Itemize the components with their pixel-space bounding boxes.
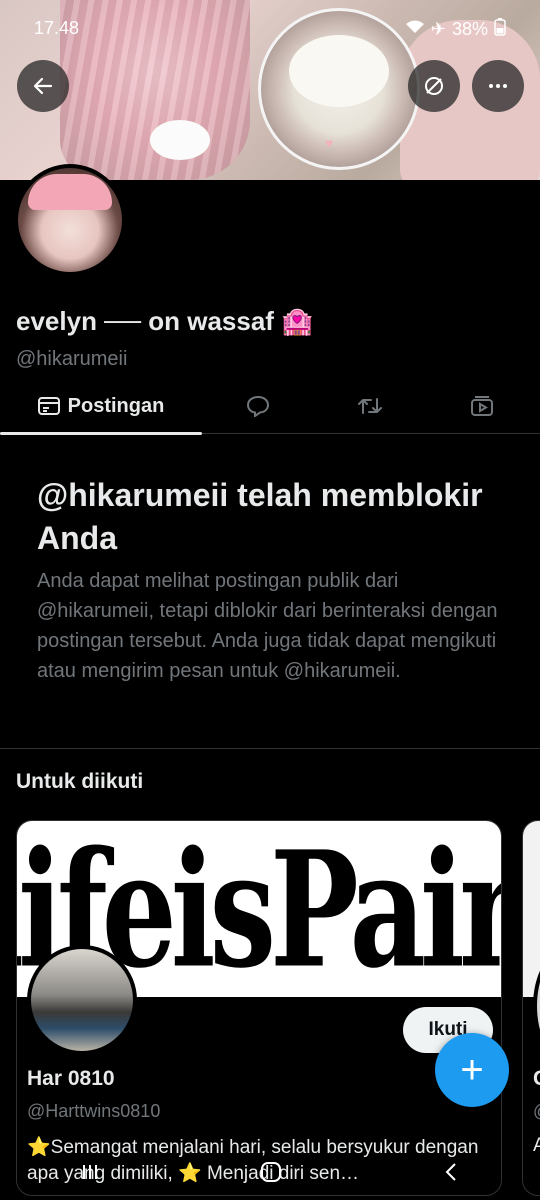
card-avatar[interactable] [27,945,137,1055]
status-icons: ✈ 38% [405,18,506,41]
more-horizontal-icon [489,84,507,88]
blocked-title: @hikarumeii telah memblokir Anda [37,477,483,556]
recents-icon[interactable] [79,1161,101,1190]
card-name: C [533,1067,540,1091]
profile-name: evelyn ── on wassaf 🏩 [16,306,314,336]
profile-avatar[interactable] [14,164,126,276]
repost-icon [358,398,382,414]
wifi-icon [405,19,425,40]
arrow-left-icon [33,77,53,95]
muted-notifications-button[interactable] [408,60,460,112]
posts-icon [37,397,60,415]
suggestion-card[interactable]: lifeisPain Ikuti Har 0810 @Harttwins0810… [16,820,502,1196]
card-avatar-image [31,949,133,1051]
card-name: Har 0810 [27,1067,115,1090]
back-button[interactable] [17,60,69,112]
system-navigation-bar [0,1150,540,1200]
airplane-icon: ✈ [430,19,446,39]
card-handle: @Harttwins0810 [27,1101,161,1121]
who-to-follow-title: Untuk diikuti [16,770,144,793]
card-handle: @ [533,1101,540,1122]
blocked-description: Anda dapat melihat postingan publik dari… [37,570,498,682]
blocked-notice: @hikarumeii telah memblokir Anda Anda da… [37,474,517,686]
back-nav-icon[interactable] [441,1161,461,1190]
avatar-image [18,168,122,272]
plus-icon: + [460,1047,484,1092]
tab-posts-label: Postingan [67,394,165,417]
section-divider [0,748,540,749]
compose-post-button[interactable]: + [435,1033,509,1107]
card-cover-image [523,821,540,997]
tab-media[interactable] [426,378,538,434]
suggestion-card-next[interactable]: C @ A [522,820,540,1196]
tab-replies[interactable] [202,378,314,434]
tab-posts[interactable]: Postingan [0,378,202,435]
battery-icon [494,18,506,41]
reply-icon [246,395,270,417]
banner-charm [150,120,210,160]
profile-handle: @hikarumeii [16,348,128,370]
home-icon[interactable] [259,1160,283,1191]
heart-icon: ♥ [325,135,334,151]
bell-off-icon [425,77,443,95]
more-button[interactable] [472,60,524,112]
status-time: 17.48 [34,18,80,38]
status-bar: 17.48 ✈ 38% [0,14,540,44]
tab-reposts[interactable] [314,378,426,434]
battery-level: 38% [451,19,488,39]
profile-tabs: Postingan [0,378,540,435]
media-icon [471,396,493,416]
